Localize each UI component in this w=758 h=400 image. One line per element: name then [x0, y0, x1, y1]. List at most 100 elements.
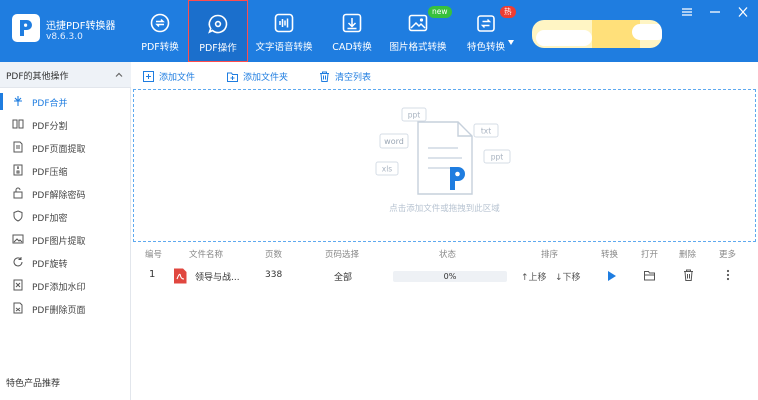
- column-header-open: 打开: [641, 250, 659, 260]
- nav-text-speech[interactable]: 文字语音转换: [254, 0, 314, 62]
- column-header-convert: 转换: [601, 250, 619, 260]
- minimize-icon[interactable]: [708, 6, 722, 18]
- file-tag: txt: [481, 127, 491, 136]
- add-folder-button[interactable]: 添加文件夹: [227, 69, 288, 83]
- trash-icon: [320, 71, 329, 82]
- add-folder-label: 添加文件夹: [243, 72, 289, 83]
- play-icon[interactable]: [606, 270, 617, 282]
- hot-badge: 热: [500, 6, 516, 18]
- logo-icon: [20, 20, 32, 36]
- sidebar-item-page-extract[interactable]: PDF页面提取: [0, 136, 131, 159]
- nav-pdf-operation[interactable]: PDF操作: [188, 0, 248, 62]
- sidebar-item-image-extract[interactable]: PDF图片提取: [0, 228, 131, 251]
- file-types-illustration: ppt word xls txt ppt: [375, 107, 511, 195]
- shield-icon: [13, 210, 23, 222]
- file-tag: ppt: [408, 111, 421, 120]
- sidebar-item-label: PDF页面提取: [32, 145, 86, 155]
- add-folder-icon: [227, 72, 238, 82]
- split-icon: [12, 119, 24, 129]
- convert-icon: [150, 13, 170, 33]
- banner-cloud: [632, 24, 662, 40]
- row-progress-bar: 0%: [393, 271, 507, 282]
- more-icon[interactable]: [726, 269, 730, 281]
- sidebar-item-rotate[interactable]: PDF旋转: [0, 251, 131, 274]
- sidebar-item-delete-page[interactable]: PDF删除页面: [0, 297, 131, 320]
- column-header-index: 编号: [145, 250, 163, 260]
- move-up-button[interactable]: ↑上移: [521, 270, 547, 283]
- pdf-file-icon: [174, 268, 187, 284]
- sidebar-item-watermark[interactable]: PDF添加水印: [0, 274, 131, 297]
- folder-open-icon[interactable]: [644, 270, 656, 281]
- add-file-button[interactable]: 添加文件: [143, 69, 195, 83]
- sidebar-item-label: PDF合并: [32, 99, 68, 109]
- row-index: 1: [149, 269, 156, 280]
- page-extract-icon: [13, 141, 23, 153]
- sidebar-item-pdf-split[interactable]: PDF分割: [0, 113, 131, 136]
- file-tag: xls: [382, 165, 393, 174]
- file-tag: ppt: [491, 153, 504, 162]
- gear-bubble-icon: [208, 14, 228, 34]
- sidebar-item-label: PDF添加水印: [32, 283, 86, 293]
- row-status: 0%: [443, 272, 457, 281]
- chevron-down-icon[interactable]: [508, 40, 514, 45]
- app-version: v8.6.3.0: [46, 32, 83, 42]
- nav-label: 文字语音转换: [255, 42, 313, 53]
- sidebar-item-label: PDF旋转: [32, 260, 68, 270]
- add-file-label: 添加文件: [159, 72, 196, 83]
- drop-hint: 点击添加文件或拖拽到此区域: [389, 204, 500, 214]
- app-window: 迅捷PDF转换器 v8.6.3.0 PDF转换 PDF操作 文字语音转换 CAD…: [0, 0, 758, 400]
- table-header: 编号 文件名称 页数 页码选择 状态 排序 转换 打开 删除 更多: [131, 246, 758, 262]
- sidebar-item-label: PDF解除密码: [32, 191, 86, 201]
- sidebar-item-label: PDF加密: [32, 214, 68, 224]
- table-row[interactable]: 1 领导与战... 338 全部 0% ↑上移 ↓下移: [131, 264, 758, 288]
- top-bar: 迅捷PDF转换器 v8.6.3.0 PDF转换 PDF操作 文字语音转换 CAD…: [0, 0, 758, 62]
- clear-list-button[interactable]: 清空列表: [319, 69, 371, 83]
- close-icon[interactable]: [736, 6, 750, 18]
- nav-label: 图片格式转换: [389, 42, 447, 53]
- sidebar: PDF的其他操作 PDF合并 PDF分割 PDF页面提取 PDF压缩 PDF解除…: [0, 62, 131, 400]
- delete-page-icon: [13, 302, 23, 314]
- rotate-icon: [13, 257, 23, 267]
- sidebar-item-encrypt[interactable]: PDF加密: [0, 205, 131, 228]
- nav-pdf-convert[interactable]: PDF转换: [140, 0, 180, 62]
- clear-list-label: 清空列表: [335, 72, 372, 83]
- cad-download-icon: [342, 13, 362, 33]
- sidebar-header[interactable]: PDF的其他操作: [0, 62, 131, 88]
- special-convert-icon: [477, 15, 495, 32]
- trash-icon[interactable]: [683, 269, 694, 281]
- file-drop-zone[interactable]: ppt word xls txt ppt 点击添加文件或拖拽到此区域: [133, 89, 756, 242]
- file-tag: word: [384, 137, 404, 146]
- audio-wave-icon: [274, 13, 294, 33]
- column-header-sort: 排序: [541, 250, 559, 260]
- column-header-status: 状态: [439, 250, 457, 260]
- sidebar-item-label: PDF分割: [32, 122, 68, 132]
- nav-label: 特色转换: [466, 42, 505, 53]
- banner-cloud: [536, 30, 592, 46]
- nav-cad-convert[interactable]: CAD转换: [330, 0, 374, 62]
- column-header-page-select: 页码选择: [325, 250, 360, 260]
- image-icon: [408, 14, 428, 32]
- sidebar-item-compress[interactable]: PDF压缩: [0, 159, 131, 182]
- move-down-button[interactable]: ↓下移: [555, 270, 581, 283]
- sidebar-item-unlock[interactable]: PDF解除密码: [0, 182, 131, 205]
- row-filename: 领导与战...: [195, 273, 240, 283]
- column-header-more: 更多: [719, 250, 737, 260]
- chevron-up-icon[interactable]: [114, 70, 124, 80]
- image-extract-icon: [12, 234, 24, 244]
- promo-banner[interactable]: [532, 20, 662, 48]
- sidebar-item-label: PDF删除页面: [32, 306, 86, 316]
- row-pages: 338: [265, 270, 283, 280]
- unlock-icon: [13, 187, 23, 199]
- menu-icon[interactable]: [680, 6, 694, 18]
- nav-label: PDF转换: [141, 42, 179, 53]
- new-badge: new: [428, 6, 452, 18]
- sidebar-item-label: PDF图片提取: [32, 237, 86, 247]
- column-header-pages: 页数: [265, 250, 283, 260]
- compress-icon: [13, 164, 23, 176]
- app-logo: [12, 14, 40, 42]
- row-page-select[interactable]: 全部: [334, 270, 352, 283]
- sidebar-item-pdf-merge[interactable]: PDF合并: [0, 90, 131, 113]
- sidebar-item-label: PDF压缩: [32, 168, 68, 178]
- add-file-icon: [143, 70, 154, 82]
- sidebar-title: PDF的其他操作: [6, 72, 69, 82]
